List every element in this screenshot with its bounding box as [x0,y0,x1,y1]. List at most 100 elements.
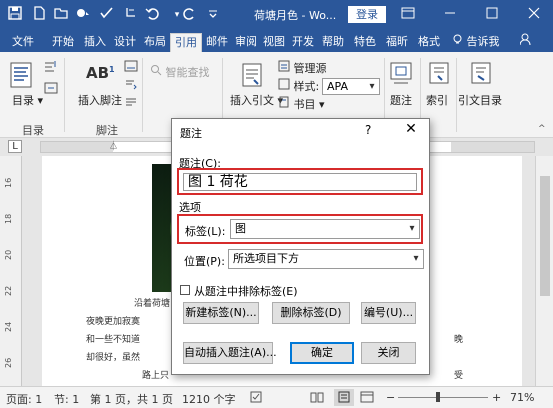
position-select[interactable]: 所选项目下方 ▾ [228,249,424,269]
tab-special[interactable]: 特色 [350,33,380,52]
index-button[interactable]: 索引 [426,92,448,108]
customize-qa-icon[interactable] [204,6,222,24]
exclude-label-text: 从题注中排除标签(E) [194,285,298,298]
maximize-icon[interactable] [482,6,502,24]
tab-home[interactable]: 开始 [46,33,80,52]
print-layout-icon[interactable] [334,389,354,406]
ribbon-display-icon[interactable] [398,6,418,24]
dialog-close-icon[interactable]: ✕ [402,121,420,137]
ribbon-separator [64,58,65,132]
ruler-number: 26 [4,357,13,368]
caption-input[interactable]: 图 1 荷花 [183,173,417,191]
mark-citation-icon[interactable] [470,62,494,88]
delete-label-button[interactable]: 删除标签(D) [272,302,350,324]
label-select[interactable]: 图 ▾ [230,219,420,239]
tell-me-search[interactable]: 告诉我 [452,33,500,49]
tab-references[interactable]: 引用 [170,33,202,52]
zoom-out-icon[interactable]: − [386,391,395,404]
insert-caption-icon[interactable] [390,62,414,88]
save-icon[interactable] [6,6,24,24]
style-selector[interactable]: 样式: [278,78,319,94]
minimize-icon[interactable] [440,6,460,24]
tab-review[interactable]: 审阅 [232,33,260,52]
style-icon [278,78,290,90]
scrollbar-thumb[interactable] [540,176,550,296]
style-dropdown[interactable]: APA ▾ [322,78,380,95]
insert-endnote-icon[interactable] [124,60,138,75]
mark-entry-icon[interactable] [428,62,452,88]
tab-file[interactable]: 文件 [4,33,42,52]
table-of-authorities-button[interactable]: 引文目录 [458,92,502,108]
status-section[interactable]: 节: 1 [54,391,79,407]
share-icon[interactable] [519,33,534,48]
exclude-label-checkbox[interactable] [180,285,190,295]
tab-view[interactable]: 视图 [260,33,288,52]
position-select-value: 所选项目下方 [233,252,299,265]
tab-layout[interactable]: 布局 [140,33,170,52]
document-line: 却很好，虽然 [86,353,141,363]
tab-developer[interactable]: 开发 [288,33,318,52]
ok-button[interactable]: 确定 [290,342,354,364]
collapse-ribbon-icon[interactable]: ^ [538,124,546,134]
tab-selector-icon[interactable]: L [8,140,22,153]
login-button[interactable]: 登录 [348,6,386,23]
update-table-icon[interactable] [44,82,58,97]
proofing-icon[interactable] [250,391,264,406]
toc-button[interactable]: 目录 ▾ [12,92,43,108]
web-layout-icon[interactable] [360,391,374,406]
caption-dialog[interactable]: 题注 ? ✕ 题注(C): 图 1 荷花 选项 标签(L): 图 ▾ 位置(P)… [171,118,430,375]
close-button[interactable]: 关闭 [361,342,416,364]
document-line: 夜晚更加寂寞 [86,317,141,327]
new-label-button[interactable]: 新建标签(N)... [183,302,259,324]
table-of-contents-icon[interactable] [10,62,34,88]
tab-insert[interactable]: 插入 [80,33,110,52]
bibliography-button[interactable]: 书目 ▾ [278,96,325,112]
tab-foxit[interactable]: 福昕 [382,33,412,52]
label-field-label: 标签(L): [185,225,226,238]
tab-help[interactable]: 帮助 [318,33,348,52]
ruler-number: 16 [4,177,13,188]
new-doc-icon[interactable] [30,6,48,24]
touch-mode-icon[interactable] [74,6,92,24]
vertical-scrollbar[interactable] [535,156,553,386]
redo-arrow-icon[interactable] [180,6,198,24]
insert-footnote-button[interactable]: 插入脚注 [78,92,122,108]
ribbon-separator [456,58,457,132]
indent-marker-icon[interactable]: ⏃ [109,139,118,152]
options-section-label: 选项 [179,201,201,214]
insert-footnote-icon[interactable]: AB1 [86,64,115,82]
next-footnote-icon[interactable] [124,78,138,93]
tab-format[interactable]: 格式 [414,33,444,52]
zoom-in-icon[interactable]: + [492,391,501,404]
caption-highlight: 图 1 荷花 [177,168,423,195]
document-line: 路上只 [142,371,170,381]
insert-citation-icon[interactable] [240,62,264,88]
insert-caption-button[interactable]: 题注 [390,92,412,108]
open-icon[interactable] [52,6,70,24]
vertical-ruler[interactable]: 16 18 20 22 24 26 [0,156,22,386]
status-page-count[interactable]: 第 1 页，共 1 页 [90,391,173,407]
tab-design[interactable]: 设计 [110,33,140,52]
label-select-value: 图 [235,222,246,235]
document-title: 荷塘月色 - Wo... [254,9,337,22]
read-mode-icon[interactable] [310,391,324,406]
status-word-count[interactable]: 1210 个字 [182,391,236,407]
autocaption-button[interactable]: 自动插入题注(A)... [183,342,277,364]
spelling-icon[interactable] [98,6,116,24]
status-page[interactable]: 页面: 1 [6,391,42,407]
zoom-slider[interactable] [398,392,488,402]
smart-lookup-button: 智能查找 [150,64,210,80]
add-text-icon[interactable] [44,60,58,75]
zoom-level[interactable]: 71% [510,391,534,404]
redo-icon[interactable] [122,6,140,24]
numbering-button[interactable]: 编号(U)... [361,302,416,324]
tab-mailings[interactable]: 邮件 [202,33,232,52]
manage-sources-button[interactable]: 管理源 [278,60,327,76]
show-notes-icon[interactable] [124,96,138,111]
zoom-slider-thumb[interactable] [436,392,440,402]
ribbon-tabs: 文件 开始 插入 设计 布局 引用 邮件 审阅 视图 开发 帮助 特色 福昕 格… [0,30,553,52]
help-icon[interactable]: ? [365,123,371,137]
insert-citation-button[interactable]: 插入引文 ▾ [230,92,283,108]
close-icon[interactable] [524,6,544,24]
undo-icon[interactable] [144,6,162,24]
